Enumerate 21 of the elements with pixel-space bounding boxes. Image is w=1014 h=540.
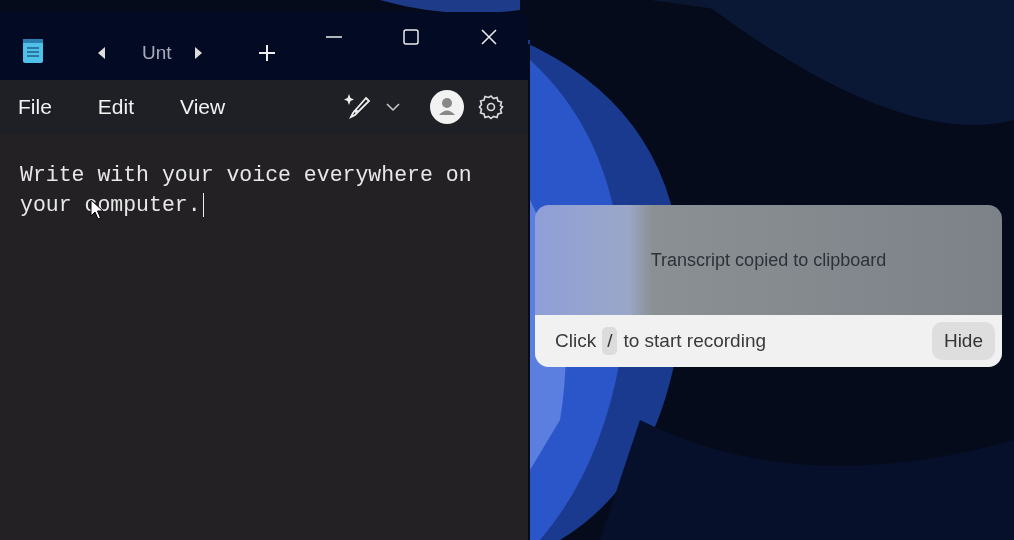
new-tab-button[interactable] (257, 44, 276, 62)
copilot-pen-icon[interactable] (342, 92, 372, 122)
chevron-down-icon[interactable] (386, 102, 400, 112)
hint-text: Click (555, 330, 597, 352)
maximize-button[interactable] (402, 28, 420, 46)
hint-text: to start recording (623, 330, 767, 352)
scroll-right-button[interactable] (193, 46, 204, 60)
settings-icon[interactable] (478, 94, 504, 120)
editor-text[interactable]: Write with your voice everywhere on your computer. (20, 160, 500, 220)
notepad-icon (22, 38, 44, 64)
avatar-icon[interactable] (430, 90, 464, 124)
close-button[interactable] (480, 28, 498, 46)
menu-item[interactable]: File (8, 91, 62, 123)
shortcut-key: / (602, 327, 618, 355)
menu-item[interactable]: View (170, 91, 236, 123)
notification-message: Transcript copied to clipboard (650, 249, 887, 271)
text-caret (202, 193, 204, 218)
hide-button[interactable]: Hide (931, 322, 995, 360)
menu-item[interactable]: Edit (87, 91, 145, 123)
tab-title[interactable]: Unt (142, 42, 172, 64)
scroll-left-button[interactable] (96, 46, 106, 60)
